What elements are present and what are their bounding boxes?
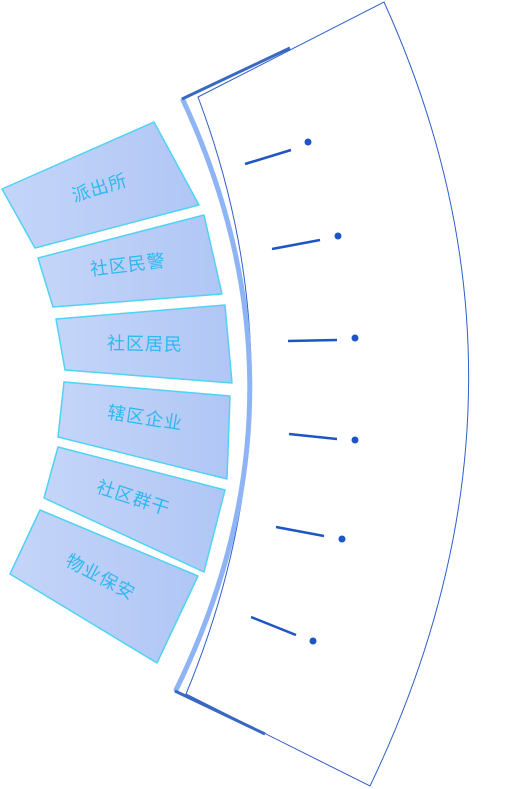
pointer-dot	[338, 535, 346, 543]
pointer-line	[250, 615, 297, 637]
pointer-dot	[351, 334, 359, 342]
pointer-dot	[309, 637, 317, 645]
pointer-line	[287, 338, 338, 343]
pointer-line	[244, 148, 292, 166]
pointer-dot	[304, 138, 312, 146]
pointer-line	[288, 432, 338, 441]
pointer-line	[271, 238, 321, 251]
pointer-dot	[334, 232, 342, 240]
tab-community-residents[interactable]: 社区居民	[55, 304, 233, 384]
corner-accent-top	[181, 46, 291, 101]
pointer-line	[275, 525, 325, 538]
fan-outline	[185, 1, 470, 787]
pointer-dot	[351, 436, 359, 444]
corner-accent-bottom	[174, 689, 266, 736]
fan-diagram: 派出所社区民警社区居民辖区企业社区群干物业保安	[1, 1, 470, 787]
tab-label: 社区居民	[107, 333, 183, 355]
